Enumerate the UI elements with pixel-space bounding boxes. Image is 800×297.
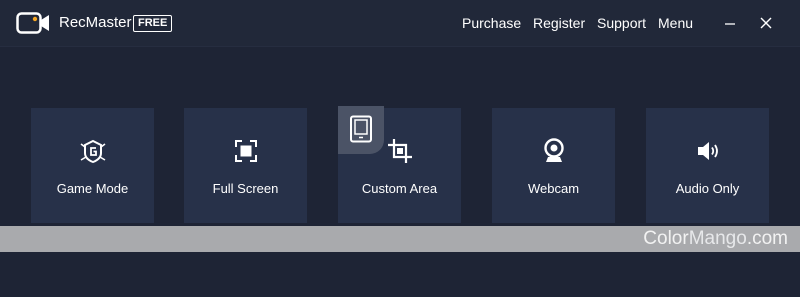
minimize-icon[interactable] (722, 14, 738, 32)
close-icon[interactable] (758, 14, 774, 32)
audio-only-tile[interactable]: Audio Only (646, 108, 769, 223)
app-logo-icon (16, 12, 49, 34)
webcam-label: Webcam (527, 181, 580, 196)
watermark-text: ColorMango.com (643, 227, 788, 251)
full-screen-tile[interactable]: Full Screen (184, 108, 307, 223)
audio-only-label: Audio Only (675, 181, 740, 196)
register-link[interactable]: Register (533, 14, 585, 32)
custom-area-icon (387, 139, 412, 163)
webcam-tile[interactable]: Webcam (492, 108, 615, 223)
webcam-icon (543, 138, 564, 162)
title-divider (0, 46, 800, 47)
speaker-icon (697, 142, 718, 160)
game-mode-icon (80, 139, 105, 164)
watermark-part-mango: Mango (688, 228, 747, 249)
watermark-part-color: Color (643, 228, 689, 249)
title-bar: RecMaster FREE Purchase Register Support… (0, 0, 800, 46)
full-screen-label: Full Screen (212, 181, 279, 196)
full-screen-icon (234, 140, 257, 162)
watermark-bar: ColorMango.com (0, 226, 800, 252)
app-name: RecMaster (59, 14, 132, 31)
game-mode-label: Game Mode (56, 181, 129, 196)
free-badge: FREE (133, 15, 173, 32)
purchase-link[interactable]: Purchase (462, 14, 521, 32)
selected-mode-flag[interactable] (338, 106, 384, 154)
custom-area-label: Custom Area (361, 181, 438, 196)
game-mode-tile[interactable]: Game Mode (31, 108, 154, 223)
support-link[interactable]: Support (597, 14, 646, 32)
tablet-icon (350, 115, 372, 143)
watermark-part-com: .com (746, 228, 788, 249)
menu-link[interactable]: Menu (658, 14, 693, 32)
